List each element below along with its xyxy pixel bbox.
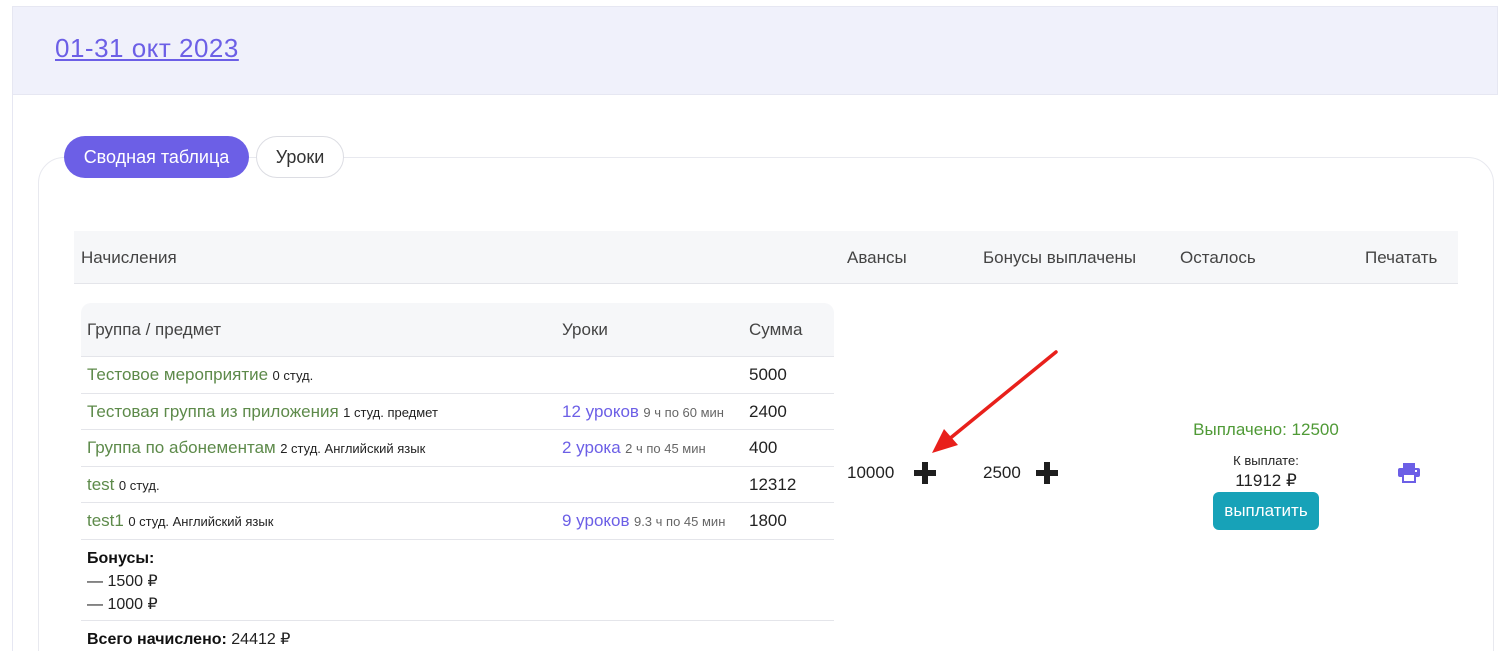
to-pay-value: 11912 ₽: [1235, 471, 1297, 490]
left-border: [12, 95, 13, 651]
table-row: Группа по абонементам 2 студ. Английский…: [81, 430, 834, 467]
group-meta: 0 студ.: [272, 368, 314, 383]
row-sum: 5000: [749, 365, 787, 384]
pay-button[interactable]: выплатить: [1213, 492, 1319, 530]
bonuses-block: Бонусы: — 1500 ₽ — 1000 ₽: [81, 540, 834, 621]
col-sum: Сумма: [749, 320, 803, 339]
accruals-table-header: Группа / предмет Уроки Сумма: [81, 303, 834, 357]
paid-amount: Выплачено: 12500: [1193, 420, 1339, 439]
lessons-link[interactable]: 9 уроков: [562, 511, 630, 530]
group-name[interactable]: Тестовое мероприятие: [87, 365, 268, 384]
add-advance-plus-icon[interactable]: [914, 462, 936, 484]
group-name[interactable]: test: [87, 475, 114, 494]
table-row: test 0 студ. 12312: [81, 467, 834, 503]
accruals-table: Группа / предмет Уроки Сумма Тестовое ме…: [81, 303, 834, 649]
lessons-link[interactable]: 12 уроков: [562, 402, 639, 421]
bonuses-title: Бонусы:: [87, 549, 155, 567]
table-row: Тестовая группа из приложения 1 студ. пр…: [81, 394, 834, 430]
col-group: Группа / предмет: [87, 320, 222, 339]
annotation-arrow-icon: [932, 350, 1058, 453]
group-name[interactable]: Тестовая группа из приложения: [87, 402, 339, 421]
row-sum: 400: [749, 438, 778, 457]
advances-value: 10000: [847, 463, 895, 482]
main-table-header: Начисления Авансы Бонусы выплачены Остал…: [74, 231, 1458, 284]
table-row: test1 0 студ. Английский язык 9 уроков 9…: [81, 503, 834, 540]
header-bonuses-paid: Бонусы выплачены: [983, 248, 1137, 267]
lessons-meta: 2 ч по 45 мин: [625, 441, 706, 456]
group-meta: 2 студ. Английский язык: [280, 441, 426, 456]
header-accruals: Начисления: [81, 248, 177, 267]
group-meta: 1 студ. предмет: [343, 404, 438, 420]
bonus-item: — 1500 ₽: [87, 572, 158, 590]
group-name[interactable]: test1: [87, 511, 124, 530]
period-link[interactable]: 01-31 окт 2023: [55, 33, 239, 64]
lessons-meta: 9 ч по 60 мин: [643, 404, 724, 420]
table-row: Тестовое мероприятие 0 студ. 5000: [81, 357, 834, 394]
bonus-item: — 1000 ₽: [87, 595, 158, 613]
add-bonus-plus-icon[interactable]: [1036, 462, 1058, 484]
group-meta: 0 студ. Английский язык: [128, 514, 274, 529]
row-sum: 12312: [749, 474, 797, 494]
total-label: Всего начислено:: [87, 630, 227, 648]
tab-summary-table[interactable]: Сводная таблица: [64, 136, 249, 178]
header-remaining: Осталось: [1180, 248, 1256, 267]
total-accrued: Всего начислено: 24412 ₽: [81, 621, 834, 649]
group-meta: 0 студ.: [118, 477, 160, 493]
row-sum: 2400: [749, 401, 787, 421]
bonuses-paid-value: 2500: [983, 463, 1021, 482]
total-value: 24412 ₽: [231, 630, 291, 648]
header-print: Печатать: [1365, 248, 1438, 267]
lessons-meta: 9.3 ч по 45 мин: [633, 514, 726, 529]
header-advances: Авансы: [847, 248, 907, 267]
group-name[interactable]: Группа по абонементам: [87, 438, 276, 457]
period-header: 01-31 окт 2023: [12, 6, 1498, 95]
col-lessons: Уроки: [562, 320, 608, 339]
printer-icon[interactable]: [1398, 463, 1420, 483]
row-sum: 1800: [749, 511, 787, 530]
tab-lessons[interactable]: Уроки: [256, 136, 344, 178]
to-pay-label: К выплате:: [1233, 453, 1299, 468]
lessons-link[interactable]: 2 урока: [562, 438, 621, 457]
